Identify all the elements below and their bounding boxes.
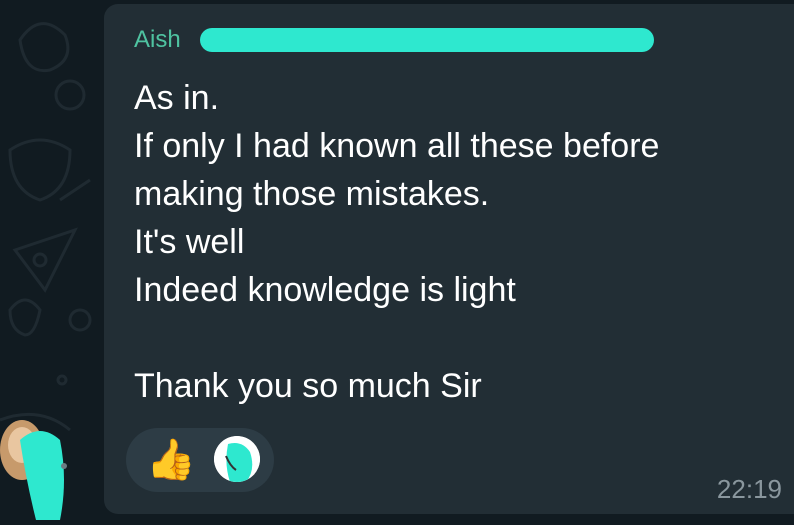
redacted-sender-name <box>200 28 654 52</box>
message-line: If only I had known all these before <box>134 127 660 165</box>
message-line: Thank you so much Sir <box>134 367 482 405</box>
sender-name[interactable]: Aish <box>134 26 181 54</box>
message-text: As in. If only I had known all these bef… <box>134 74 784 410</box>
message-timestamp: 22:19 <box>716 474 782 504</box>
message-line: As in. <box>134 79 220 117</box>
reaction-pill[interactable]: 👍 <box>126 428 274 492</box>
message-line: Indeed knowledge is light <box>134 271 516 309</box>
sender-avatar[interactable] <box>0 410 76 520</box>
reactor-avatar <box>214 436 260 482</box>
message-bubble[interactable]: Aish As in. If only I had known all thes… <box>104 4 794 514</box>
message-line: making those mistakes. <box>134 175 490 213</box>
thumbs-up-icon: 👍 <box>146 438 196 482</box>
message-line: It's well <box>134 223 245 261</box>
